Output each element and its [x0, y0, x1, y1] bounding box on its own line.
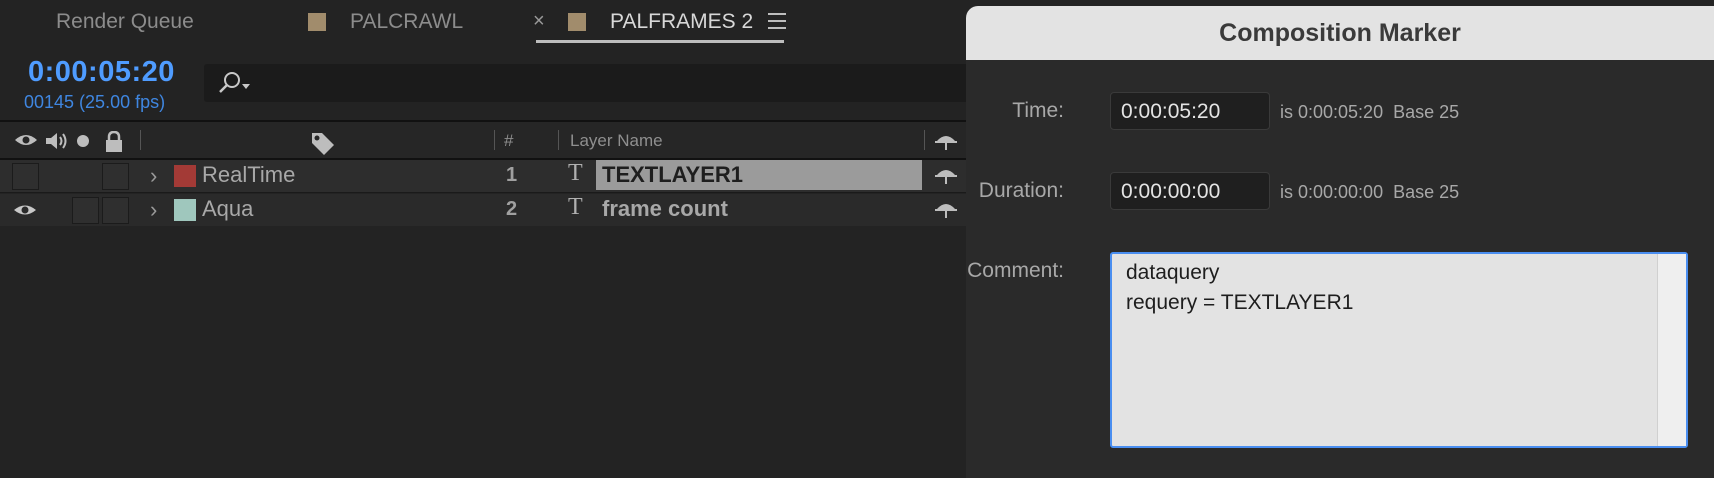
layer-number: 1: [506, 164, 518, 186]
chevron-right-icon[interactable]: ›: [150, 163, 157, 189]
eye-icon[interactable]: [13, 202, 37, 218]
text-layer-icon: T: [568, 160, 583, 186]
layer-number: 2: [506, 198, 518, 220]
layer-row[interactable]: › Aqua 2 T frame count: [0, 194, 968, 226]
duration-label: Duration:: [978, 179, 1064, 202]
layer-row[interactable]: › RealTime 1 T TEXTLAYER1: [0, 160, 968, 193]
lock-toggle[interactable]: [102, 163, 129, 190]
tab-palcrawl-label: PALCRAWL: [350, 10, 464, 33]
layer-name-field[interactable]: frame count: [602, 196, 728, 222]
column-divider: [924, 130, 925, 150]
panel-tab-bar: Render Queue PALCRAWL × PALFRAMES 2: [0, 0, 968, 44]
dialog-title: Composition Marker: [966, 6, 1714, 60]
chevron-right-icon[interactable]: ›: [150, 197, 157, 223]
column-divider: [140, 130, 141, 150]
search-icon: [219, 72, 250, 93]
tab-palcrawl[interactable]: PALCRAWL: [308, 0, 463, 44]
lock-toggle[interactable]: [102, 197, 129, 224]
close-tab-icon[interactable]: ×: [533, 10, 545, 33]
shy-switch-icon[interactable]: [934, 165, 958, 185]
time-label: Time:: [1012, 99, 1064, 122]
solo-icon[interactable]: [76, 134, 90, 148]
solo-toggle[interactable]: [72, 197, 99, 224]
tab-render-queue[interactable]: Render Queue: [56, 0, 194, 44]
column-divider: [494, 130, 495, 150]
time-field[interactable]: 0:00:05:20: [1110, 92, 1270, 130]
comment-textarea[interactable]: dataquery requery = TEXTLAYER1: [1110, 252, 1688, 448]
column-number-header: #: [504, 131, 514, 150]
layer-name-field[interactable]: TEXTLAYER1: [596, 160, 922, 190]
frame-count-display: 00145 (25.00 fps): [24, 92, 166, 112]
shy-switch-icon[interactable]: [934, 131, 958, 151]
layer-source-name: RealTime: [202, 162, 296, 187]
column-divider: [558, 130, 559, 150]
audio-icon[interactable]: [44, 131, 68, 151]
eye-icon[interactable]: [14, 131, 38, 149]
comment-label: Comment:: [967, 259, 1064, 282]
duration-field[interactable]: 0:00:00:00: [1110, 172, 1270, 210]
comp-swatch-icon: [568, 13, 586, 31]
text-layer-icon: T: [568, 194, 583, 220]
tab-palframes-label: PALFRAMES 2: [610, 10, 754, 33]
comp-swatch-icon: [308, 13, 326, 31]
tab-render-queue-label: Render Queue: [56, 10, 194, 33]
comment-scrollbar[interactable]: [1657, 254, 1686, 446]
time-info: is 0:00:05:20 Base 25: [1280, 102, 1460, 122]
layer-label-color[interactable]: [174, 199, 196, 221]
layer-search-input[interactable]: [204, 64, 974, 102]
layer-source-name: Aqua: [202, 196, 254, 221]
shy-switch-icon[interactable]: [934, 199, 958, 219]
layer-column-header: # Layer Name: [0, 122, 968, 160]
current-time-display[interactable]: 0:00:05:20: [28, 56, 175, 89]
comment-line: dataquery: [1126, 261, 1220, 284]
comment-line: requery = TEXTLAYER1: [1126, 291, 1354, 314]
video-toggle[interactable]: [12, 163, 39, 190]
label-tag-icon[interactable]: [310, 131, 336, 155]
active-tab-indicator: [536, 40, 784, 43]
duration-info: is 0:00:00:00 Base 25: [1280, 182, 1460, 202]
composition-marker-dialog: Composition Marker Time: 0:00:05:20 is 0…: [966, 6, 1714, 478]
panel-menu-icon[interactable]: [768, 13, 786, 34]
column-layer-name-header[interactable]: Layer Name: [570, 131, 663, 151]
layer-label-color[interactable]: [174, 165, 196, 187]
lock-icon[interactable]: [104, 131, 124, 153]
tab-palframes[interactable]: PALFRAMES 2: [568, 0, 753, 44]
